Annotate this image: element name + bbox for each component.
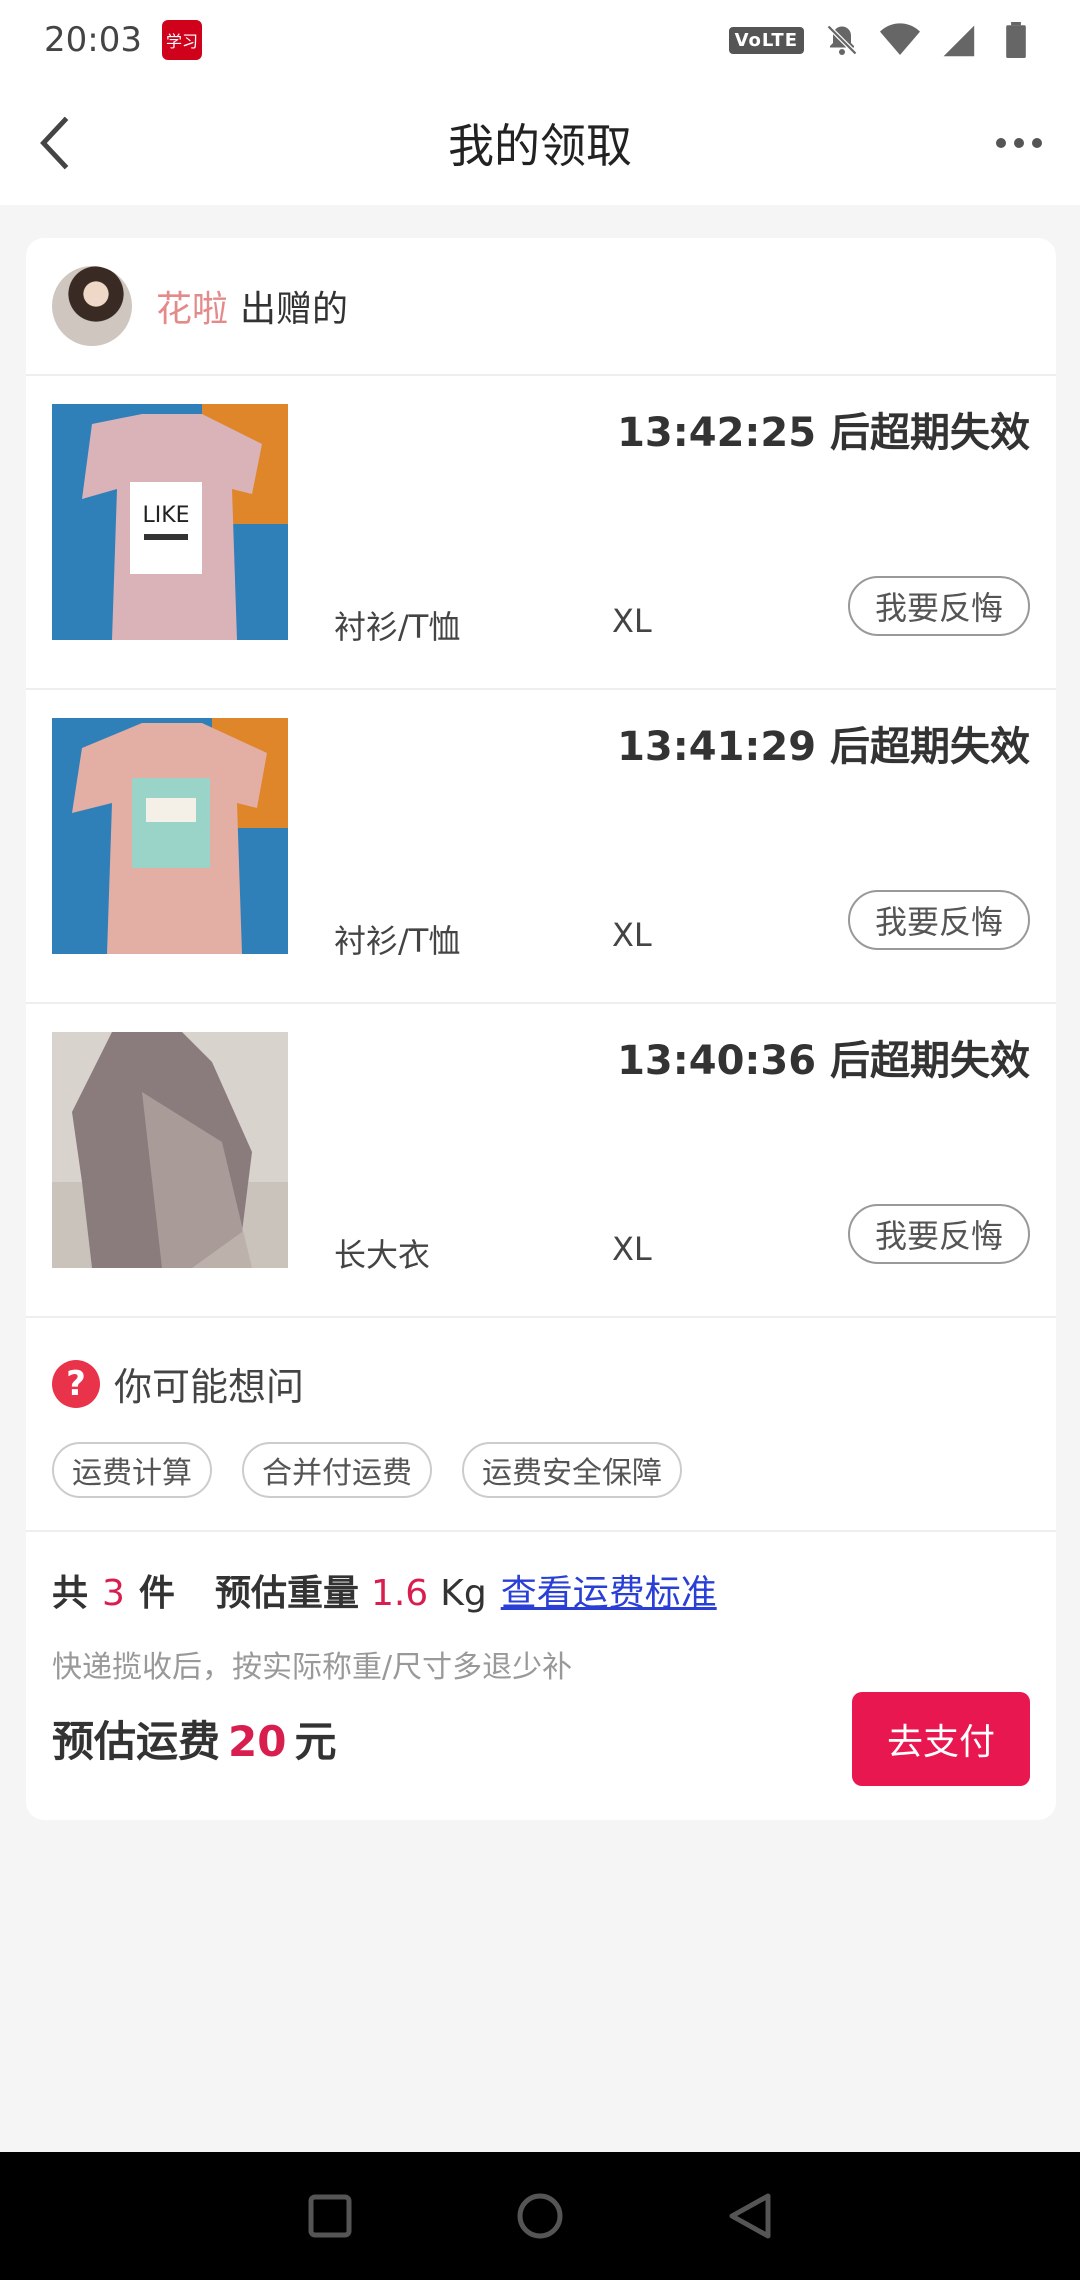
item-image[interactable]	[52, 718, 288, 954]
item-size: XL	[612, 1230, 652, 1268]
countdown-text: 13:40:36 后超期失效	[617, 1038, 1030, 1084]
donor-name[interactable]: 花啦	[156, 280, 228, 332]
more-button[interactable]	[984, 108, 1054, 178]
recents-button[interactable]	[300, 2186, 360, 2246]
list-item: 13:40:36 后超期失效 长大衣 XL 我要反悔	[26, 1004, 1056, 1318]
status-bar: 20:03 学习 VoLTE	[0, 0, 1080, 80]
home-button[interactable]	[510, 2186, 570, 2246]
order-card: 花啦 出赠的 LIKE 13:42:25 后超期失效 衬衫/T恤 XL 我要反悔	[26, 238, 1056, 1820]
regret-button[interactable]: 我要反悔	[848, 576, 1030, 636]
weight-value: 1.6	[370, 1573, 429, 1614]
volte-icon: VoLTE	[728, 26, 804, 54]
page-title: 我的领取	[448, 118, 632, 173]
system-nav-bar	[0, 2152, 1080, 2280]
summary-section: 共 3 件 预估重量 1.6 Kg 查看运费标准 快递揽收后，按实际称重/尺寸多…	[26, 1532, 1056, 1820]
faq-tag-shipping-calc[interactable]: 运费计算	[52, 1442, 212, 1498]
back-button[interactable]	[20, 108, 90, 178]
total-suffix: 件	[138, 1573, 175, 1614]
status-icons: VoLTE	[728, 20, 1036, 60]
list-item: LIKE 13:42:25 后超期失效 衬衫/T恤 XL 我要反悔	[26, 376, 1056, 690]
mute-bell-icon	[822, 20, 862, 60]
faq-tag-combine-shipping[interactable]: 合并付运费	[242, 1442, 432, 1498]
circle-icon	[517, 2193, 563, 2239]
regret-button[interactable]: 我要反悔	[848, 1204, 1030, 1264]
question-icon: ?	[52, 1359, 100, 1408]
faq-tag-shipping-safety[interactable]: 运费安全保障	[462, 1442, 682, 1498]
shipping-note: 快递揽收后，按实际称重/尺寸多退少补	[52, 1650, 573, 1685]
triangle-back-icon	[729, 2193, 771, 2239]
fee-value: 20	[228, 1717, 287, 1766]
shipping-standard-link[interactable]: 查看运费标准	[501, 1564, 717, 1616]
countdown-text: 13:42:25 后超期失效	[617, 410, 1030, 456]
svg-text:LIKE: LIKE	[142, 503, 189, 528]
faq-title: 你可能想问	[114, 1365, 305, 1409]
faq-section: ? 你可能想问 运费计算 合并付运费 运费安全保障	[26, 1318, 1056, 1532]
back-nav-button[interactable]	[720, 2186, 780, 2246]
pay-button[interactable]: 去支付	[852, 1692, 1030, 1786]
app-notification-icon: 学习	[161, 20, 202, 60]
battery-icon	[996, 20, 1036, 60]
countdown-text: 13:41:29 后超期失效	[617, 724, 1030, 770]
item-category: 衬衫/T恤	[334, 922, 461, 960]
item-category: 衬衫/T恤	[334, 608, 461, 646]
total-count: 3	[102, 1573, 125, 1614]
avatar	[52, 266, 132, 346]
estimated-fee: 预估运费 20 元	[52, 1708, 336, 1769]
weight-label: 预估重量	[214, 1573, 359, 1614]
faq-header: ? 你可能想问	[52, 1356, 304, 1411]
regret-button[interactable]: 我要反悔	[848, 890, 1030, 950]
total-prefix: 共	[52, 1573, 89, 1614]
signal-icon	[938, 20, 978, 60]
item-image[interactable]: LIKE	[52, 404, 288, 640]
wifi-icon	[880, 20, 920, 60]
fee-label: 预估运费	[52, 1717, 221, 1766]
weight-unit: Kg	[440, 1573, 487, 1614]
faq-tags: 运费计算 合并付运费 运费安全保障	[52, 1442, 682, 1498]
donor-row[interactable]: 花啦 出赠的	[26, 238, 1056, 376]
nav-bar: 我的领取	[0, 80, 1080, 205]
donor-suffix: 出赠的	[240, 289, 349, 330]
chevron-left-icon	[40, 116, 69, 170]
list-item: 13:41:29 后超期失效 衬衫/T恤 XL 我要反悔	[26, 690, 1056, 1004]
more-dots-icon	[996, 138, 1042, 148]
item-category: 长大衣	[334, 1236, 431, 1274]
item-image[interactable]	[52, 1032, 288, 1268]
item-size: XL	[612, 602, 652, 640]
fee-unit: 元	[294, 1717, 337, 1766]
status-time: 20:03	[44, 20, 142, 60]
item-size: XL	[612, 916, 652, 954]
summary-line: 共 3 件 预估重量 1.6 Kg 查看运费标准	[52, 1564, 717, 1616]
square-icon	[308, 2194, 352, 2238]
